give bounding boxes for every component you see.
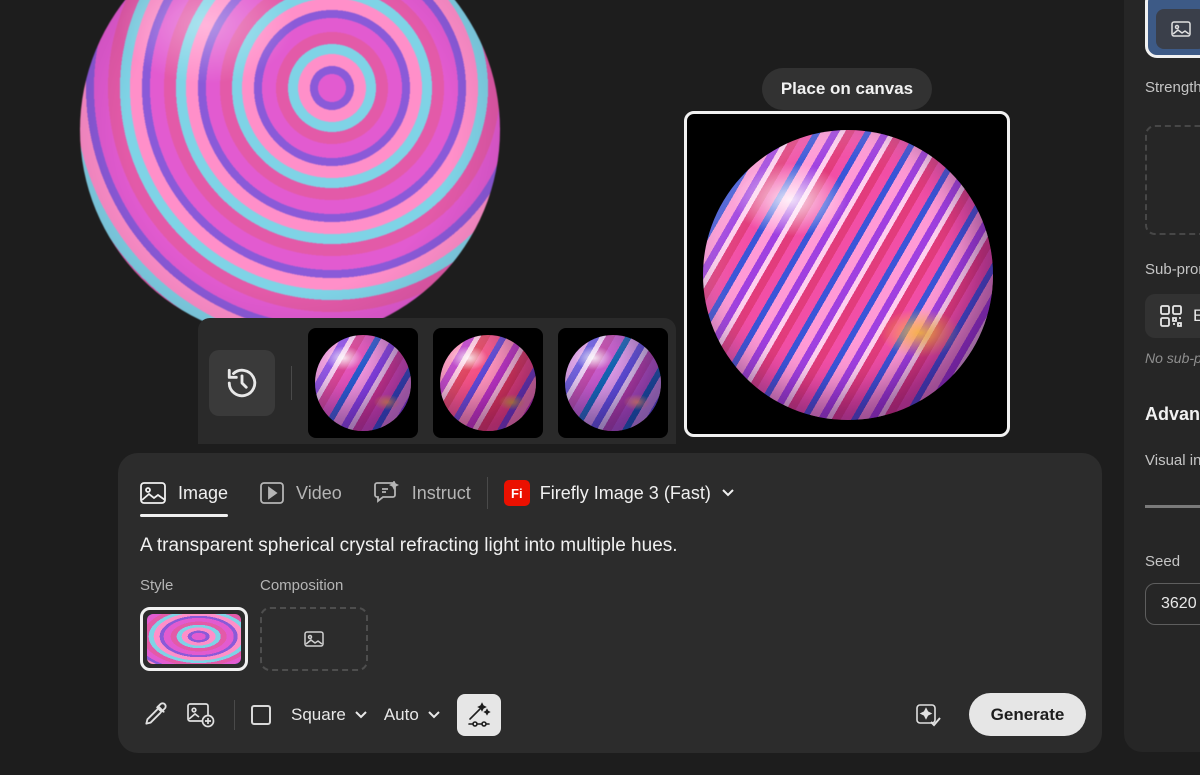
- selected-preview[interactable]: [684, 111, 1010, 437]
- reference-upload-box[interactable]: [1145, 125, 1200, 235]
- strength-label: Strength: [1145, 79, 1200, 96]
- visual-intensity-slider[interactable]: [1145, 505, 1200, 508]
- aspect-ratio-dropdown[interactable]: Square: [251, 705, 368, 725]
- firefly-logo-icon: Fi: [503, 480, 530, 506]
- composition-upload-box[interactable]: [260, 607, 368, 671]
- visual-intensity-label: Visual in: [1145, 452, 1200, 469]
- model-label: Firefly Image 3 (Fast): [539, 482, 711, 503]
- chevron-down-icon: [354, 710, 368, 720]
- seed-label: Seed: [1145, 553, 1181, 570]
- instruct-icon: [373, 481, 400, 505]
- chevron-down-icon: [427, 710, 441, 720]
- prompt-input[interactable]: A transparent spherical crystal refracti…: [140, 535, 678, 557]
- eyedropper-icon: [142, 702, 168, 728]
- generate-button[interactable]: Generate: [969, 693, 1086, 736]
- aspect-ratio-label: Square: [291, 705, 346, 724]
- prompt-toolbar: Square Auto Generate: [140, 693, 1086, 737]
- history-thumbnail-3[interactable]: [558, 328, 668, 438]
- prompt-panel: Image Video Instruct Fi Firefly Image 3 …: [118, 453, 1102, 753]
- tab-instruct[interactable]: Instruct: [373, 475, 471, 511]
- eyedropper-button[interactable]: [140, 700, 170, 730]
- style-label: Style: [140, 577, 174, 594]
- chevron-down-icon: [721, 488, 735, 498]
- content-type-dropdown[interactable]: Auto: [384, 705, 441, 725]
- composition-label: Composition: [260, 577, 344, 594]
- square-aspect-icon: [251, 705, 271, 725]
- history-thumbnail-1[interactable]: [308, 328, 418, 438]
- canvas-image-sphere[interactable]: [80, 0, 500, 340]
- history-thumbnail-2[interactable]: [433, 328, 543, 438]
- toolbar-divider: [234, 700, 235, 730]
- sub-prompts-label: Sub-prom: [1145, 261, 1200, 278]
- qr-code-icon: [1159, 304, 1183, 328]
- tab-image[interactable]: Image: [140, 475, 229, 517]
- style-reference-thumbnail[interactable]: [140, 607, 248, 671]
- content-credentials-button[interactable]: [914, 701, 942, 729]
- advanced-heading: Advanc: [1145, 404, 1200, 424]
- sub-prompt-button[interactable]: E: [1145, 294, 1200, 338]
- sparkle-check-icon: [915, 702, 941, 728]
- history-divider: [291, 366, 292, 400]
- sub-prompt-label: E: [1193, 306, 1200, 325]
- magic-settings-icon: [466, 702, 492, 728]
- place-on-canvas-button[interactable]: Place on canvas: [762, 68, 932, 110]
- tab-image-label: Image: [178, 482, 229, 503]
- model-selector[interactable]: Fi Firefly Image 3 (Fast): [503, 480, 735, 506]
- no-sub-prompts-text: No sub-p: [1145, 350, 1200, 366]
- thumbnail-sphere: [315, 335, 411, 431]
- mode-tabs: Image Video Instruct Fi Firefly Image 3 …: [140, 473, 735, 517]
- thumbnail-sphere: [565, 335, 661, 431]
- seed-input[interactable]: 3620: [1145, 583, 1200, 625]
- add-image-button[interactable]: [186, 700, 216, 730]
- history-icon: [225, 366, 259, 400]
- history-button[interactable]: [209, 350, 275, 416]
- reference-image-thumbnail[interactable]: [1145, 0, 1200, 58]
- thumbnail-sphere: [440, 335, 536, 431]
- image-icon: [1156, 9, 1200, 49]
- add-image-icon: [187, 702, 215, 728]
- tab-instruct-label: Instruct: [411, 482, 471, 503]
- tab-video[interactable]: Video: [260, 475, 342, 511]
- content-type-label: Auto: [383, 705, 419, 724]
- settings-panel: [1124, 0, 1200, 752]
- image-icon: [140, 482, 166, 504]
- image-icon: [304, 631, 324, 647]
- effects-settings-button[interactable]: [456, 694, 501, 736]
- style-reference-image: [147, 614, 241, 664]
- tab-video-label: Video: [296, 482, 342, 503]
- tabs-divider: [486, 477, 488, 509]
- preview-sphere-image: [703, 130, 993, 420]
- video-icon: [260, 482, 284, 504]
